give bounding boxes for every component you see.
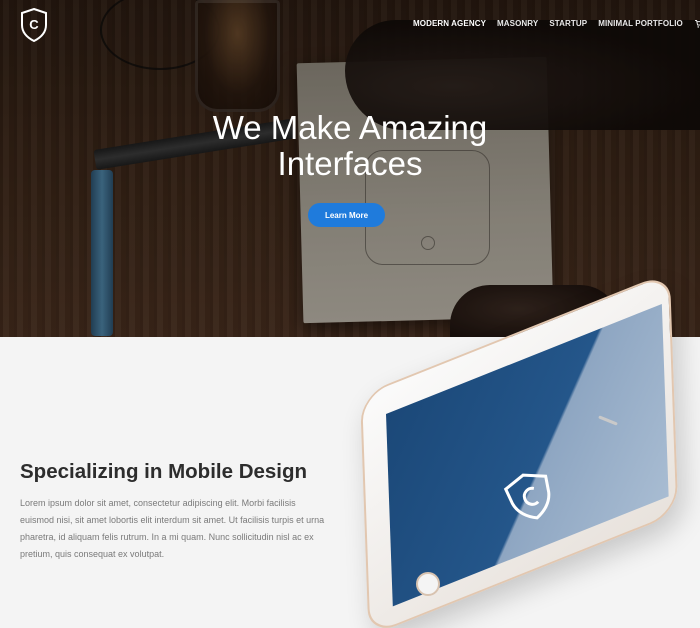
logo-letter: C (29, 17, 39, 32)
hero-title-line1: We Make Amazing (212, 109, 488, 146)
hero-title: We Make Amazing Interfaces (0, 110, 700, 182)
nav-item-minimal-portfolio[interactable]: MINIMAL PORTFOLIO (598, 19, 683, 28)
section-title: Specializing in Mobile Design (20, 460, 308, 483)
main-nav: MODERN AGENCY MASONRY STARTUP MINIMAL PO… (413, 19, 700, 28)
phone-home-button (416, 572, 440, 596)
phone-shield-icon (503, 473, 551, 520)
nav-item-masonry[interactable]: MASONRY (497, 19, 538, 28)
section-body-text: Lorem ipsum dolor sit amet, consectetur … (20, 498, 325, 559)
nav-item-modern-agency[interactable]: MODERN AGENCY (413, 19, 486, 28)
learn-more-button[interactable]: Learn More (308, 203, 385, 227)
cart-icon[interactable] (694, 19, 700, 28)
nav-item-startup[interactable]: STARTUP (549, 19, 587, 28)
shield-logo-icon[interactable]: C (20, 8, 48, 42)
hero-title-line2: Interfaces (277, 145, 423, 182)
